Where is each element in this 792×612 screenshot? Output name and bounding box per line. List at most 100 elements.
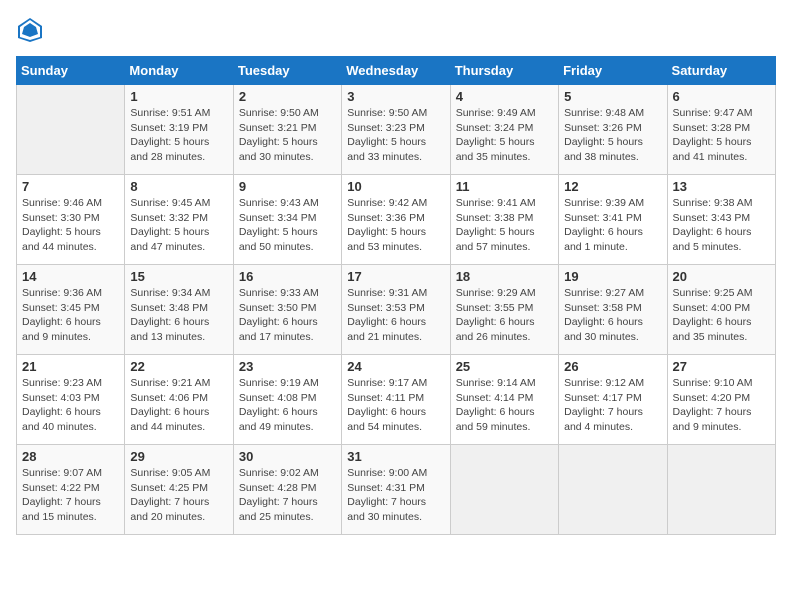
day-info: Sunrise: 9:02 AMSunset: 4:28 PMDaylight:… <box>239 466 336 525</box>
day-number: 25 <box>456 359 553 374</box>
calendar-week-row: 1 Sunrise: 9:51 AMSunset: 3:19 PMDaylight… <box>17 85 776 175</box>
header-wednesday: Wednesday <box>342 57 450 85</box>
calendar-cell <box>17 85 125 175</box>
day-info: Sunrise: 9:17 AMSunset: 4:11 PMDaylight:… <box>347 376 444 435</box>
calendar-cell: 8 Sunrise: 9:45 AMSunset: 3:32 PMDaylight… <box>125 175 233 265</box>
day-info: Sunrise: 9:49 AMSunset: 3:24 PMDaylight:… <box>456 106 553 165</box>
header-monday: Monday <box>125 57 233 85</box>
calendar-cell: 3 Sunrise: 9:50 AMSunset: 3:23 PMDaylight… <box>342 85 450 175</box>
calendar-week-row: 28Sunrise: 9:07 AMSunset: 4:22 PMDayligh… <box>17 445 776 535</box>
calendar-cell: 15 Sunrise: 9:34 AMSunset: 3:48 PMDayligh… <box>125 265 233 355</box>
day-number: 31 <box>347 449 444 464</box>
calendar-cell: 28Sunrise: 9:07 AMSunset: 4:22 PMDayligh… <box>17 445 125 535</box>
day-number: 14 <box>22 269 119 284</box>
day-number: 5 <box>564 89 661 104</box>
logo <box>16 16 48 44</box>
calendar-cell <box>450 445 558 535</box>
day-number: 26 <box>564 359 661 374</box>
day-info: Sunrise: 9:50 AMSunset: 3:23 PMDaylight:… <box>347 106 444 165</box>
day-info: Sunrise: 9:10 AMSunset: 4:20 PMDaylight:… <box>673 376 770 435</box>
calendar-cell: 16 Sunrise: 9:33 AMSunset: 3:50 PMDayligh… <box>233 265 341 355</box>
calendar-cell: 6Sunrise: 9:47 AMSunset: 3:28 PMDaylight… <box>667 85 775 175</box>
header-tuesday: Tuesday <box>233 57 341 85</box>
day-info: Sunrise: 9:25 AMSunset: 4:00 PMDaylight:… <box>673 286 770 345</box>
day-number: 21 <box>22 359 119 374</box>
day-info: Sunrise: 9:36 AMSunset: 3:45 PMDaylight:… <box>22 286 119 345</box>
day-number: 13 <box>673 179 770 194</box>
day-info: Sunrise: 9:05 AMSunset: 4:25 PMDaylight:… <box>130 466 227 525</box>
calendar-cell: 10 Sunrise: 9:42 AMSunset: 3:36 PMDayligh… <box>342 175 450 265</box>
day-number: 4 <box>456 89 553 104</box>
day-info: Sunrise: 9:33 AMSunset: 3:50 PMDaylight:… <box>239 286 336 345</box>
day-info: Sunrise: 9:42 AMSunset: 3:36 PMDaylight:… <box>347 196 444 255</box>
day-number: 29 <box>130 449 227 464</box>
logo-icon <box>16 16 44 44</box>
calendar-cell: 27 Sunrise: 9:10 AMSunset: 4:20 PMDayligh… <box>667 355 775 445</box>
header-friday: Friday <box>559 57 667 85</box>
day-info: Sunrise: 9:45 AMSunset: 3:32 PMDaylight:… <box>130 196 227 255</box>
day-number: 19 <box>564 269 661 284</box>
day-info: Sunrise: 9:41 AMSunset: 3:38 PMDaylight:… <box>456 196 553 255</box>
calendar-cell: 18Sunrise: 9:29 AMSunset: 3:55 PMDayligh… <box>450 265 558 355</box>
day-number: 11 <box>456 179 553 194</box>
day-info: Sunrise: 9:19 AMSunset: 4:08 PMDaylight:… <box>239 376 336 435</box>
day-info: Sunrise: 9:43 AMSunset: 3:34 PMDaylight:… <box>239 196 336 255</box>
calendar-cell: 7 Sunrise: 9:46 AMSunset: 3:30 PMDaylight… <box>17 175 125 265</box>
calendar-cell: 21Sunrise: 9:23 AMSunset: 4:03 PMDayligh… <box>17 355 125 445</box>
day-number: 27 <box>673 359 770 374</box>
calendar-cell: 2Sunrise: 9:50 AMSunset: 3:21 PMDaylight… <box>233 85 341 175</box>
calendar-cell: 11 Sunrise: 9:41 AMSunset: 3:38 PMDayligh… <box>450 175 558 265</box>
day-number: 9 <box>239 179 336 194</box>
calendar-cell <box>559 445 667 535</box>
day-info: Sunrise: 9:34 AMSunset: 3:48 PMDaylight:… <box>130 286 227 345</box>
day-info: Sunrise: 9:51 AMSunset: 3:19 PMDaylight:… <box>130 106 227 165</box>
calendar-cell: 19Sunrise: 9:27 AMSunset: 3:58 PMDayligh… <box>559 265 667 355</box>
day-number: 12 <box>564 179 661 194</box>
calendar-cell: 12 Sunrise: 9:39 AMSunset: 3:41 PMDayligh… <box>559 175 667 265</box>
calendar-table: SundayMondayTuesdayWednesdayThursdayFrid… <box>16 56 776 535</box>
calendar-cell: 26 Sunrise: 9:12 AMSunset: 4:17 PMDayligh… <box>559 355 667 445</box>
day-number: 15 <box>130 269 227 284</box>
day-info: Sunrise: 9:31 AMSunset: 3:53 PMDaylight:… <box>347 286 444 345</box>
day-number: 22 <box>130 359 227 374</box>
day-number: 2 <box>239 89 336 104</box>
calendar-cell: 22 Sunrise: 9:21 AMSunset: 4:06 PMDayligh… <box>125 355 233 445</box>
day-info: Sunrise: 9:48 AMSunset: 3:26 PMDaylight:… <box>564 106 661 165</box>
calendar-week-row: 7 Sunrise: 9:46 AMSunset: 3:30 PMDaylight… <box>17 175 776 265</box>
calendar-cell: 24 Sunrise: 9:17 AMSunset: 4:11 PMDayligh… <box>342 355 450 445</box>
day-number: 16 <box>239 269 336 284</box>
day-number: 1 <box>130 89 227 104</box>
day-number: 7 <box>22 179 119 194</box>
day-number: 3 <box>347 89 444 104</box>
calendar-cell <box>667 445 775 535</box>
calendar-week-row: 14 Sunrise: 9:36 AMSunset: 3:45 PMDayligh… <box>17 265 776 355</box>
calendar-cell: 9 Sunrise: 9:43 AMSunset: 3:34 PMDaylight… <box>233 175 341 265</box>
day-number: 18 <box>456 269 553 284</box>
calendar-cell: 25Sunrise: 9:14 AMSunset: 4:14 PMDayligh… <box>450 355 558 445</box>
day-number: 10 <box>347 179 444 194</box>
day-info: Sunrise: 9:38 AMSunset: 3:43 PMDaylight:… <box>673 196 770 255</box>
calendar-cell: 1 Sunrise: 9:51 AMSunset: 3:19 PMDaylight… <box>125 85 233 175</box>
calendar-cell: 23Sunrise: 9:19 AMSunset: 4:08 PMDayligh… <box>233 355 341 445</box>
day-info: Sunrise: 9:46 AMSunset: 3:30 PMDaylight:… <box>22 196 119 255</box>
day-number: 8 <box>130 179 227 194</box>
calendar-cell: 31Sunrise: 9:00 AMSunset: 4:31 PMDayligh… <box>342 445 450 535</box>
page-header <box>16 16 776 44</box>
calendar-cell: 5 Sunrise: 9:48 AMSunset: 3:26 PMDaylight… <box>559 85 667 175</box>
day-number: 17 <box>347 269 444 284</box>
calendar-cell: 30Sunrise: 9:02 AMSunset: 4:28 PMDayligh… <box>233 445 341 535</box>
calendar-week-row: 21Sunrise: 9:23 AMSunset: 4:03 PMDayligh… <box>17 355 776 445</box>
calendar-cell: 13 Sunrise: 9:38 AMSunset: 3:43 PMDayligh… <box>667 175 775 265</box>
calendar-cell: 20Sunrise: 9:25 AMSunset: 4:00 PMDayligh… <box>667 265 775 355</box>
header-sunday: Sunday <box>17 57 125 85</box>
day-info: Sunrise: 9:07 AMSunset: 4:22 PMDaylight:… <box>22 466 119 525</box>
day-number: 24 <box>347 359 444 374</box>
calendar-cell: 17 Sunrise: 9:31 AMSunset: 3:53 PMDayligh… <box>342 265 450 355</box>
day-info: Sunrise: 9:12 AMSunset: 4:17 PMDaylight:… <box>564 376 661 435</box>
calendar-cell: 4 Sunrise: 9:49 AMSunset: 3:24 PMDaylight… <box>450 85 558 175</box>
header-saturday: Saturday <box>667 57 775 85</box>
day-info: Sunrise: 9:39 AMSunset: 3:41 PMDaylight:… <box>564 196 661 255</box>
calendar-header-row: SundayMondayTuesdayWednesdayThursdayFrid… <box>17 57 776 85</box>
day-info: Sunrise: 9:21 AMSunset: 4:06 PMDaylight:… <box>130 376 227 435</box>
calendar-cell: 29 Sunrise: 9:05 AMSunset: 4:25 PMDayligh… <box>125 445 233 535</box>
